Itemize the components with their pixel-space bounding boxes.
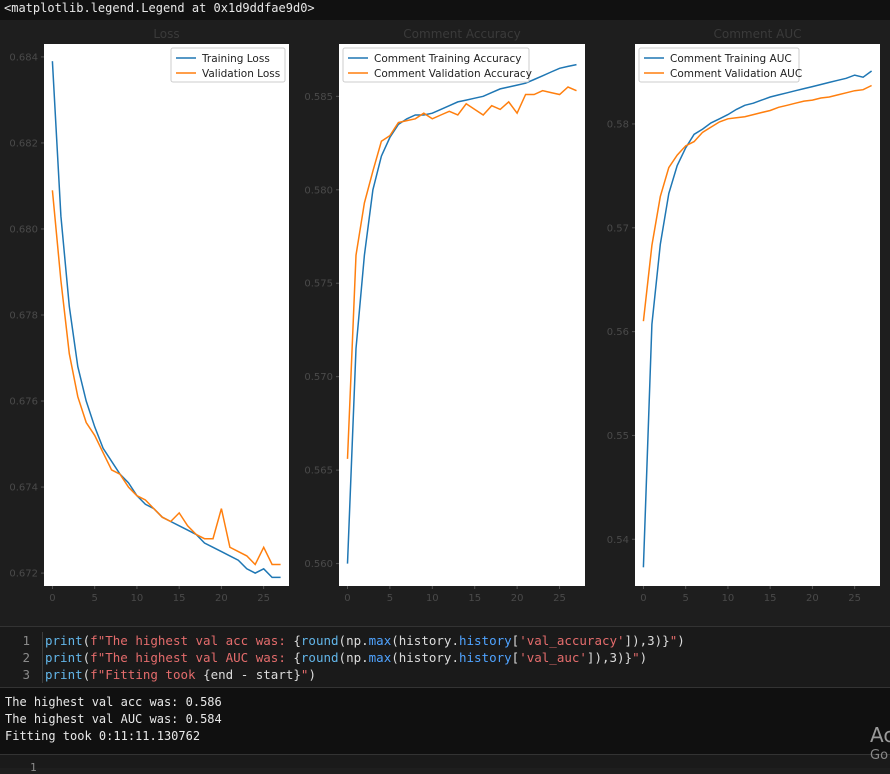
code-token: max: [368, 650, 392, 665]
chart-title: Comment Accuracy: [403, 27, 520, 41]
code-token: print: [45, 633, 83, 648]
legend-label: Comment Validation Accuracy: [374, 68, 532, 80]
x-tick-label: 15: [468, 593, 481, 604]
code-editor[interactable]: 1 print(f"The highest val acc was: {round…: [0, 627, 890, 683]
code-token: round: [300, 650, 339, 665]
code-token: history: [458, 633, 512, 648]
y-tick-label: 0.54: [607, 535, 629, 546]
activation-watermark-line2: Go: [870, 748, 889, 763]
x-tick-label: 10: [426, 593, 439, 604]
figure-canvas: Loss 0.672 0.674 0.676 0.678 0.680 0.682 0.684 0…: [9, 27, 880, 604]
code-token: 'val_auc': [519, 650, 587, 665]
line-number: 3: [22, 667, 30, 682]
code-text[interactable]: print(f"Fitting took {end - start}"): [42, 666, 316, 683]
code-token: ): [308, 667, 316, 682]
legend-label: Training Loss: [201, 53, 270, 65]
code-token: f"Fitting took: [90, 667, 204, 682]
x-tick-label: 0: [640, 593, 646, 604]
next-code-cell[interactable]: 1: [0, 754, 890, 774]
y-tick-label: 0.684: [9, 52, 38, 63]
code-token: history: [458, 650, 512, 665]
code-token: print: [45, 650, 83, 665]
output-line-val-auc: The highest val AUC was: 0.584: [5, 712, 222, 726]
y-tick-label: 0.674: [9, 483, 38, 494]
code-token: ]),3)}: [586, 650, 633, 665]
plot-area: [635, 44, 880, 586]
code-token: ": [632, 650, 640, 665]
code-line[interactable]: 3 print(f"Fitting took {end - start}"): [0, 666, 890, 683]
chart-title: Comment AUC: [714, 27, 802, 41]
x-tick-label: 25: [553, 593, 566, 604]
legend-label: Comment Validation AUC: [670, 68, 802, 80]
code-line[interactable]: 2 print(f"The highest val AUC was: {round…: [0, 649, 890, 666]
plot-area: [44, 44, 289, 586]
line-number: 1: [30, 761, 37, 774]
line-number: 2: [22, 650, 30, 665]
y-tick-label: 0.575: [304, 279, 333, 290]
x-tick-label: 0: [344, 593, 350, 604]
x-tick-label: 20: [511, 593, 524, 604]
code-token: (history.: [391, 633, 459, 648]
code-token: {end - start}: [203, 667, 301, 682]
x-tick-label: 25: [848, 593, 861, 604]
activation-watermark-line1: Ac: [870, 724, 890, 746]
x-tick-label: 10: [131, 593, 144, 604]
x-tick-label: 0: [49, 593, 55, 604]
y-tick-label: 0.682: [9, 138, 38, 149]
y-tick-label: 0.672: [9, 569, 38, 580]
x-tick-label: 5: [387, 593, 393, 604]
code-token: (np.: [338, 650, 369, 665]
code-token: f"The highest val AUC was:: [90, 650, 294, 665]
code-token: print: [45, 667, 83, 682]
x-tick-label: 20: [806, 593, 819, 604]
x-tick-label: 20: [215, 593, 228, 604]
y-tick-label: 0.680: [9, 224, 38, 235]
y-tick-label: 0.55: [607, 431, 629, 442]
y-tick-label: 0.565: [304, 466, 333, 477]
legend-label: Comment Training Accuracy: [374, 53, 522, 65]
code-token: {: [293, 650, 301, 665]
code-text[interactable]: print(f"The highest val AUC was: {round(…: [42, 649, 647, 666]
code-token: ): [677, 633, 685, 648]
code-token: ]),3)}: [624, 633, 670, 648]
legend-repr-output: <matplotlib.legend.Legend at 0x1d9ddfae9…: [0, 0, 890, 20]
y-tick-label: 0.678: [9, 311, 38, 322]
x-tick-label: 15: [173, 593, 186, 604]
code-token: (np.: [338, 633, 369, 648]
training-history-figure: Loss 0.672 0.674 0.676 0.678 0.680 0.682 0.684 0…: [0, 20, 890, 610]
y-tick-label: 0.58: [607, 119, 629, 130]
code-token: ): [639, 650, 648, 665]
y-tick-label: 0.560: [304, 559, 333, 570]
y-tick-label: 0.580: [304, 185, 333, 196]
y-tick-label: 0.56: [607, 327, 629, 338]
x-tick-label: 5: [92, 593, 98, 604]
output-line-fitting-time: Fitting took 0:11:11.130762: [5, 729, 201, 743]
cell-output: The highest val acc was: 0.586 The highe…: [0, 688, 890, 754]
code-line[interactable]: 1 print(f"The highest val acc was: {round…: [0, 632, 890, 649]
code-text[interactable]: print(f"The highest val acc was: {round(…: [42, 632, 685, 649]
line-number: 1: [22, 633, 30, 648]
code-token: 'val_accuracy': [519, 633, 625, 648]
chart-title: Loss: [153, 27, 179, 41]
y-tick-label: 0.570: [304, 372, 333, 383]
y-tick-label: 0.676: [9, 397, 38, 408]
code-token: f"The highest val acc was:: [90, 633, 294, 648]
code-cell[interactable]: 1 print(f"The highest val acc was: {round…: [0, 626, 890, 688]
output-line-val-acc: The highest val acc was: 0.586: [5, 695, 222, 709]
x-tick-label: 15: [764, 593, 777, 604]
code-token: round: [300, 633, 339, 648]
y-tick-label: 0.57: [607, 223, 629, 234]
code-token: {: [293, 633, 301, 648]
x-tick-label: 5: [683, 593, 689, 604]
plot-area: [339, 44, 585, 586]
x-tick-label: 25: [257, 593, 270, 604]
legend-label: Comment Training AUC: [670, 53, 792, 65]
code-token: (history.: [391, 650, 459, 665]
legend-label: Validation Loss: [202, 68, 280, 80]
y-tick-label: 0.585: [304, 92, 333, 103]
x-tick-label: 10: [722, 593, 735, 604]
code-token: max: [368, 633, 392, 648]
